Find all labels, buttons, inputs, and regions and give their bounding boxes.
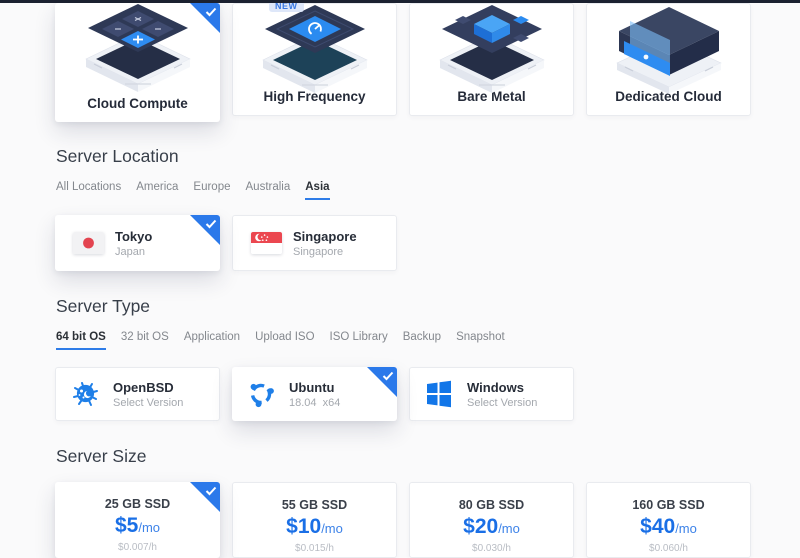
os-subtitle: Select Version: [467, 397, 537, 409]
plan-label: Cloud Compute: [87, 96, 188, 111]
size-card-25gb[interactable]: 25 GB SSD $5/mo $0.007/h: [55, 482, 220, 558]
plan-card-cloud-compute[interactable]: Cloud Compute: [55, 3, 220, 122]
location-tabs: All Locations America Europe Australia A…: [56, 181, 330, 200]
selected-check-badge: [190, 215, 220, 245]
size-storage: 80 GB SSD: [410, 498, 573, 512]
size-storage: 25 GB SSD: [55, 497, 220, 511]
windows-icon: [424, 379, 454, 409]
size-card-160gb[interactable]: 160 GB SSD $40/mo $0.060/h: [586, 482, 751, 558]
tab-application[interactable]: Application: [184, 331, 240, 350]
tab-america[interactable]: America: [136, 181, 178, 200]
plan-card-dedicated-cloud[interactable]: Dedicated Cloud: [586, 3, 751, 116]
check-icon: [205, 219, 217, 229]
size-storage: 160 GB SSD: [587, 498, 750, 512]
tab-upload-iso[interactable]: Upload ISO: [255, 331, 314, 350]
server-type-tabs: 64 bit OS 32 bit OS Application Upload I…: [56, 331, 505, 350]
plan-card-high-frequency[interactable]: NEW High Frequency: [232, 3, 397, 116]
os-card-row: OpenBSD Select Version Ubuntu 18.04 x64: [55, 367, 751, 421]
size-card-55gb[interactable]: 55 GB SSD $10/mo $0.015/h: [232, 482, 397, 558]
cloud-compute-icon: [63, 4, 213, 94]
server-size-heading: Server Size: [56, 446, 146, 467]
location-city: Tokyo: [115, 229, 152, 244]
size-price: $5: [115, 514, 138, 537]
location-card-row: Tokyo Japan Singapore Singapore: [55, 215, 751, 271]
tab-all-locations[interactable]: All Locations: [56, 181, 121, 200]
location-country: Japan: [115, 246, 152, 258]
location-card-singapore[interactable]: Singapore Singapore: [232, 215, 397, 271]
size-hourly: $0.060/h: [587, 543, 750, 554]
location-card-tokyo[interactable]: Tokyo Japan: [55, 215, 220, 271]
tab-australia[interactable]: Australia: [246, 181, 291, 200]
size-price: $40: [640, 515, 675, 538]
high-frequency-icon: [240, 5, 390, 95]
size-card-80gb[interactable]: 80 GB SSD $20/mo $0.030/h: [409, 482, 574, 558]
size-card-row: 25 GB SSD $5/mo $0.007/h 55 GB SSD $10/m…: [55, 482, 751, 558]
size-storage: 55 GB SSD: [233, 498, 396, 512]
tab-europe[interactable]: Europe: [193, 181, 230, 200]
openbsd-icon: [70, 379, 100, 409]
os-subtitle: Select Version: [113, 397, 183, 409]
dedicated-cloud-icon: [594, 5, 744, 95]
server-location-heading: Server Location: [56, 146, 179, 167]
size-period: /mo: [321, 521, 343, 536]
tab-snapshot[interactable]: Snapshot: [456, 331, 505, 350]
location-country: Singapore: [293, 246, 357, 258]
japan-flag-icon: [73, 232, 104, 254]
singapore-flag-icon: [251, 232, 282, 254]
os-name: Ubuntu: [289, 380, 340, 395]
location-city: Singapore: [293, 229, 357, 244]
size-price: $10: [286, 515, 321, 538]
size-hourly: $0.007/h: [55, 542, 220, 553]
os-name: OpenBSD: [113, 380, 183, 395]
tab-32-bit-os[interactable]: 32 bit OS: [121, 331, 169, 350]
selected-check-badge: [367, 367, 397, 397]
tab-64-bit-os[interactable]: 64 bit OS: [56, 331, 106, 350]
check-icon: [205, 486, 217, 496]
check-icon: [205, 7, 217, 17]
size-price: $20: [463, 515, 498, 538]
plan-card-bare-metal[interactable]: Bare Metal: [409, 3, 574, 116]
os-card-ubuntu[interactable]: Ubuntu 18.04 x64: [232, 367, 397, 421]
os-name: Windows: [467, 380, 537, 395]
top-edge-bar: [0, 0, 800, 3]
bare-metal-icon: [417, 5, 567, 95]
size-hourly: $0.030/h: [410, 543, 573, 554]
os-subtitle: 18.04 x64: [289, 397, 340, 409]
size-period: /mo: [675, 521, 697, 536]
os-card-windows[interactable]: Windows Select Version: [409, 367, 574, 421]
tab-iso-library[interactable]: ISO Library: [330, 331, 388, 350]
os-card-openbsd[interactable]: OpenBSD Select Version: [55, 367, 220, 421]
size-hourly: $0.015/h: [233, 543, 396, 554]
check-icon: [382, 371, 394, 381]
plan-card-row: Cloud Compute NEW High Frequency: [55, 3, 751, 122]
tab-asia[interactable]: Asia: [305, 181, 329, 200]
tab-backup[interactable]: Backup: [403, 331, 441, 350]
size-period: /mo: [138, 520, 160, 535]
size-period: /mo: [498, 521, 520, 536]
server-type-heading: Server Type: [56, 296, 150, 317]
ubuntu-icon: [246, 379, 276, 409]
